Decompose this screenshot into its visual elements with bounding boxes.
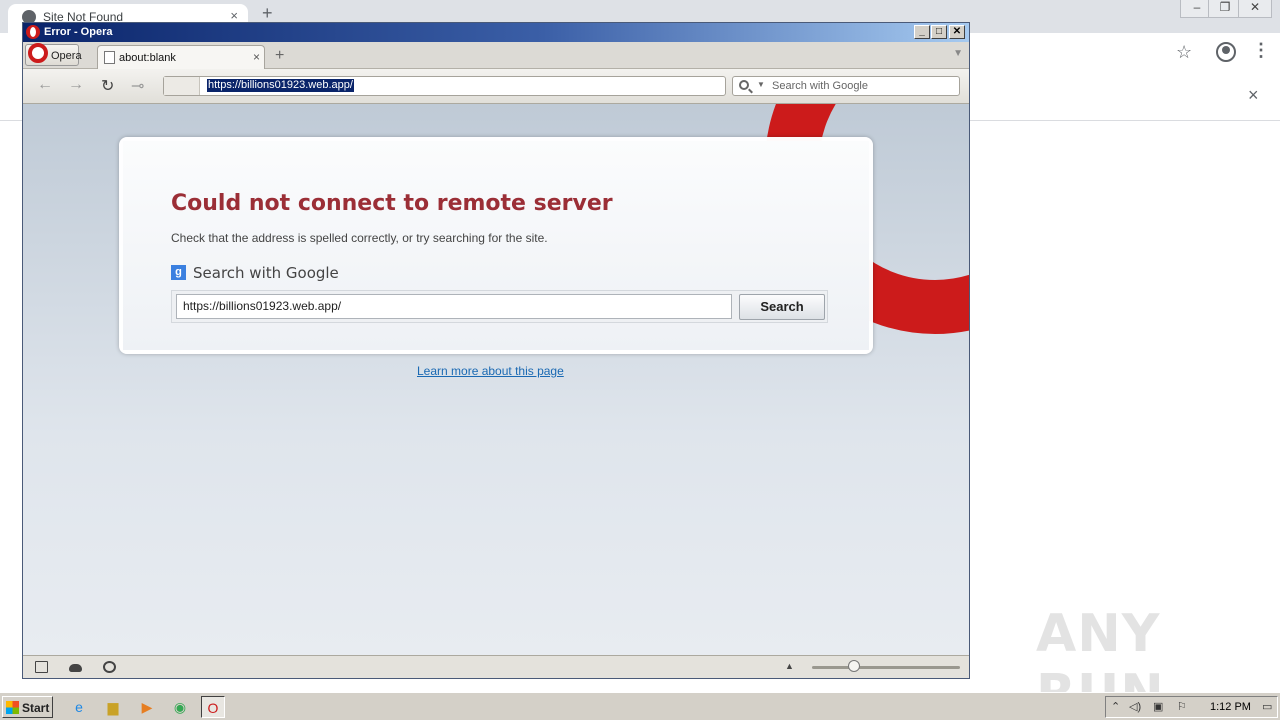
opera-icon[interactable]: O (201, 696, 225, 718)
back-button[interactable]: ← (37, 76, 53, 94)
search-heading: Search with Google (193, 264, 339, 282)
tab-about-blank[interactable]: about:blank × (97, 45, 265, 69)
view-menu-icon[interactable]: ▲ (785, 661, 794, 671)
media-player-icon[interactable]: ▶ (135, 696, 159, 718)
maximize-button[interactable]: □ (931, 25, 947, 39)
folder-icon[interactable]: ▆ (101, 696, 125, 718)
page-icon (104, 51, 115, 64)
zoom-slider-handle[interactable] (848, 660, 860, 672)
clock[interactable]: 1:12 PM (1210, 701, 1251, 713)
opera-window: Error - Opera _ □ ✕ Opera about:blank × … (22, 22, 970, 679)
google-icon: g (171, 265, 186, 280)
opera-statusbar: ▲ (23, 655, 969, 678)
taskbar: Start e ▆ ▶ ◉ O ⌃ ◁) ▣ ⚐ 1:12 PM ▭ (0, 692, 1280, 720)
search-placeholder: Search with Google (772, 80, 868, 92)
chrome-menu-icon[interactable]: ⋮ (1252, 40, 1270, 61)
opera-menu-label: Opera (51, 50, 82, 62)
tab-close-icon[interactable]: × (253, 50, 260, 64)
reload-button[interactable]: ↻ (101, 76, 114, 96)
address-text[interactable]: https://billions01923.web.app/ (207, 79, 354, 92)
opera-logo-icon (28, 43, 48, 63)
system-tray: ⌃ ◁) ▣ ⚐ 1:12 PM ▭ (1105, 696, 1278, 718)
opera-logo-icon (26, 25, 40, 39)
opera-menu-button[interactable]: Opera (25, 43, 82, 66)
opera-navbar: ← → ↻ ⊸ https://billions01923.web.app/ ▼… (23, 69, 969, 104)
new-tab-button[interactable]: + (275, 47, 284, 65)
opera-titlebar[interactable]: Error - Opera _ □ ✕ (23, 23, 969, 42)
volume-icon[interactable]: ◁) (1129, 700, 1141, 713)
close-icon[interactable]: × (230, 8, 238, 23)
show-desktop-icon[interactable]: ▭ (1262, 700, 1272, 713)
zoom-slider[interactable] (812, 666, 960, 669)
network-icon[interactable]: ▣ (1153, 700, 1163, 713)
minimize-button[interactable]: _ (914, 25, 930, 39)
profile-avatar-icon[interactable] (1216, 42, 1236, 62)
turbo-icon[interactable] (103, 661, 116, 673)
restore-button[interactable]: ❐ (1208, 0, 1242, 18)
infobar-close-icon[interactable]: × (1248, 85, 1259, 106)
key-icon[interactable]: ⊸ (131, 76, 144, 96)
tab-list-chevron-icon[interactable]: ▼ (953, 48, 963, 59)
search-input[interactable]: ▼ Search with Google (732, 76, 960, 96)
error-title: Could not connect to remote server (171, 191, 613, 216)
error-card: Could not connect to remote server Check… (119, 137, 873, 354)
search-button[interactable]: Search (739, 294, 825, 320)
ie-icon[interactable]: e (67, 696, 91, 718)
chrome-icon[interactable]: ◉ (168, 696, 192, 718)
search-icon (739, 80, 749, 90)
error-search-input[interactable]: https://billions01923.web.app/ (176, 294, 732, 319)
page-content: Could not connect to remote server Check… (23, 104, 969, 655)
window-title: Error - Opera (44, 26, 113, 38)
windows-logo-icon (6, 701, 19, 714)
forward-button[interactable]: → (68, 76, 84, 94)
close-button[interactable]: ✕ (949, 25, 965, 39)
learn-more-link[interactable]: Learn more about this page (417, 364, 564, 378)
panel-toggle-icon[interactable] (35, 661, 48, 673)
new-tab-button[interactable]: + (262, 3, 273, 24)
window-close-button[interactable]: ✕ (1238, 0, 1272, 18)
address-bar[interactable]: https://billions01923.web.app/ (163, 76, 726, 96)
search-engine-dropdown-icon[interactable]: ▼ (757, 80, 765, 89)
error-message: Check that the address is spelled correc… (171, 231, 548, 245)
action-center-flag-icon[interactable]: ⚐ (1177, 700, 1187, 713)
opera-tabbar: Opera about:blank × + ▼ (23, 42, 969, 69)
security-badge[interactable] (164, 77, 200, 95)
start-button[interactable]: Start (2, 696, 53, 718)
bookmark-star-icon[interactable]: ☆ (1176, 42, 1192, 63)
tab-title: about:blank (119, 52, 176, 64)
start-label: Start (22, 701, 50, 715)
show-hidden-icons-icon[interactable]: ⌃ (1111, 700, 1120, 713)
search-form: https://billions01923.web.app/ Search (171, 290, 828, 323)
opera-unite-icon[interactable] (69, 664, 82, 672)
